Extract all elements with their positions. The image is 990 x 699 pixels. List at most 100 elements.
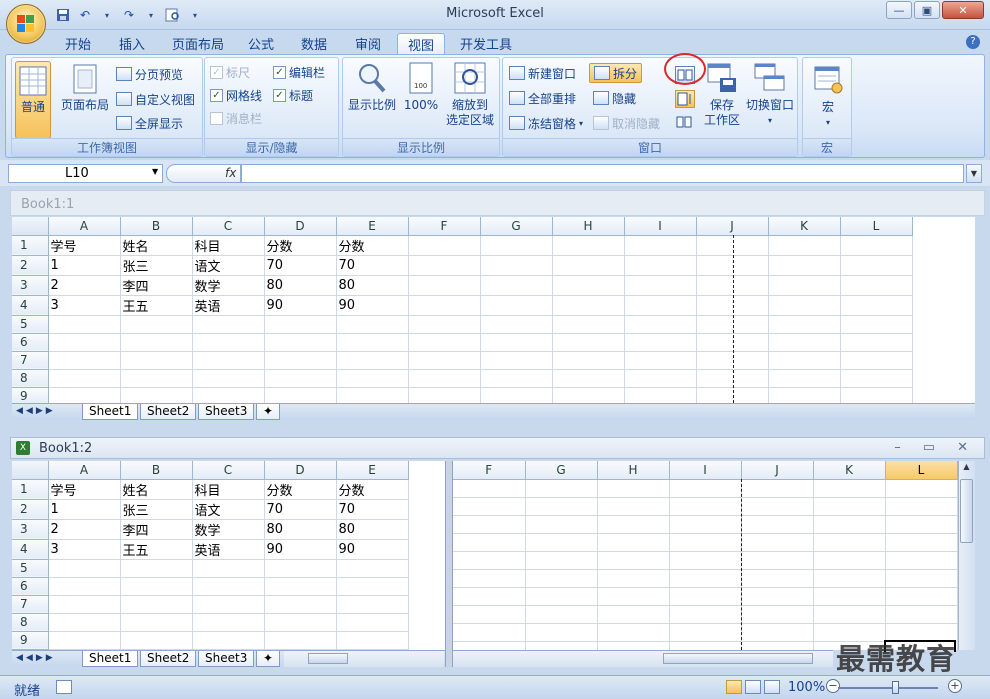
cell[interactable] (840, 387, 913, 403)
cell[interactable] (525, 533, 598, 552)
cell[interactable] (480, 333, 553, 352)
cell[interactable]: 70 (264, 255, 337, 276)
cell[interactable] (552, 333, 625, 352)
cell[interactable] (453, 551, 526, 570)
cell[interactable] (525, 623, 598, 642)
cell[interactable]: 李四 (120, 275, 193, 296)
zoom-level[interactable]: 100% (788, 680, 825, 695)
cell[interactable] (624, 387, 697, 403)
cell[interactable] (597, 605, 670, 624)
page-layout-view-button[interactable]: 页面布局 (57, 64, 113, 113)
column-header[interactable]: B (120, 461, 193, 480)
zoom-slider-thumb[interactable] (892, 681, 899, 694)
cell[interactable] (408, 235, 481, 256)
formula-input[interactable] (241, 164, 964, 183)
cell[interactable] (480, 275, 553, 296)
cell[interactable] (840, 275, 913, 296)
column-header[interactable]: F (408, 217, 481, 236)
window1-tab-sheet2[interactable]: Sheet2 (140, 404, 197, 420)
cell[interactable] (48, 631, 121, 650)
cell[interactable] (840, 351, 913, 370)
formula-bar-checkbox[interactable]: ✓ 编辑栏 (273, 62, 325, 82)
column-header[interactable]: H (597, 461, 670, 480)
cell[interactable] (453, 515, 526, 534)
cell[interactable] (453, 497, 526, 516)
window1-title[interactable]: Book1:1 (10, 190, 985, 216)
cell[interactable] (453, 641, 526, 650)
split-bar[interactable] (445, 461, 453, 667)
cell[interactable] (336, 577, 409, 596)
minimize-button[interactable]: — (886, 1, 912, 19)
cell[interactable] (120, 387, 193, 403)
cell[interactable] (48, 613, 121, 632)
close-button[interactable]: ✕ (942, 1, 984, 19)
row-header[interactable]: 8 (12, 369, 49, 388)
window2-right-pane[interactable]: FGHIJKL (453, 461, 958, 650)
row-header[interactable]: 6 (12, 577, 49, 596)
cell[interactable] (813, 551, 886, 570)
cell[interactable] (840, 295, 913, 316)
cell[interactable] (696, 235, 769, 256)
cell[interactable] (120, 369, 193, 388)
cell[interactable] (264, 315, 337, 334)
cell[interactable] (768, 333, 841, 352)
cell[interactable] (453, 479, 526, 498)
reset-window-position-button[interactable] (675, 114, 695, 132)
cell[interactable] (480, 255, 553, 276)
insert-sheet-icon[interactable]: ✦ (256, 404, 280, 420)
cell[interactable] (885, 587, 958, 606)
cell[interactable] (885, 605, 958, 624)
cell[interactable] (768, 387, 841, 403)
cell[interactable] (552, 387, 625, 403)
cell[interactable] (669, 479, 742, 498)
page-layout-status-button[interactable] (745, 680, 761, 694)
cell[interactable] (525, 515, 598, 534)
row-header[interactable]: 3 (12, 519, 49, 540)
cell[interactable] (48, 559, 121, 578)
cell[interactable] (597, 569, 670, 588)
sheet-nav-icon[interactable]: ◀◀▶▶ (16, 406, 56, 416)
column-header[interactable]: D (264, 217, 337, 236)
cell[interactable] (48, 595, 121, 614)
cell[interactable] (552, 351, 625, 370)
cell[interactable] (741, 569, 814, 588)
column-header[interactable]: L (885, 461, 958, 480)
cell[interactable]: 语文 (192, 255, 265, 276)
column-header[interactable]: H (552, 217, 625, 236)
cell[interactable] (264, 351, 337, 370)
scroll-thumb[interactable] (308, 653, 348, 664)
cell[interactable] (408, 295, 481, 316)
column-header[interactable]: K (768, 217, 841, 236)
cell[interactable] (453, 587, 526, 606)
column-header[interactable]: K (813, 461, 886, 480)
cell[interactable] (192, 351, 265, 370)
cell[interactable] (768, 351, 841, 370)
zoom-out-icon[interactable]: − (826, 679, 840, 693)
cell[interactable] (192, 333, 265, 352)
cell[interactable] (408, 255, 481, 276)
cell[interactable] (669, 605, 742, 624)
chevron-down-icon[interactable]: ▼ (152, 167, 158, 176)
help-icon[interactable]: ? (966, 35, 980, 49)
cell[interactable] (48, 333, 121, 352)
cell[interactable] (120, 333, 193, 352)
minimize-icon[interactable]: – (894, 440, 901, 455)
cell[interactable] (624, 275, 697, 296)
cell[interactable] (885, 497, 958, 516)
scroll-thumb[interactable] (960, 479, 973, 543)
cell[interactable] (453, 623, 526, 642)
cell[interactable] (192, 577, 265, 596)
cell[interactable] (552, 315, 625, 334)
cell[interactable]: 90 (336, 295, 409, 316)
cell[interactable] (624, 235, 697, 256)
cell[interactable] (525, 605, 598, 624)
cell[interactable] (264, 369, 337, 388)
cell[interactable] (525, 497, 598, 516)
column-header[interactable]: I (669, 461, 742, 480)
message-bar-checkbox[interactable]: 消息栏 (210, 108, 262, 128)
cell[interactable] (813, 605, 886, 624)
scroll-thumb[interactable] (663, 653, 813, 664)
cell[interactable] (696, 275, 769, 296)
page-break-preview-button[interactable]: 分页预览 (116, 64, 183, 84)
cell[interactable] (525, 641, 598, 650)
